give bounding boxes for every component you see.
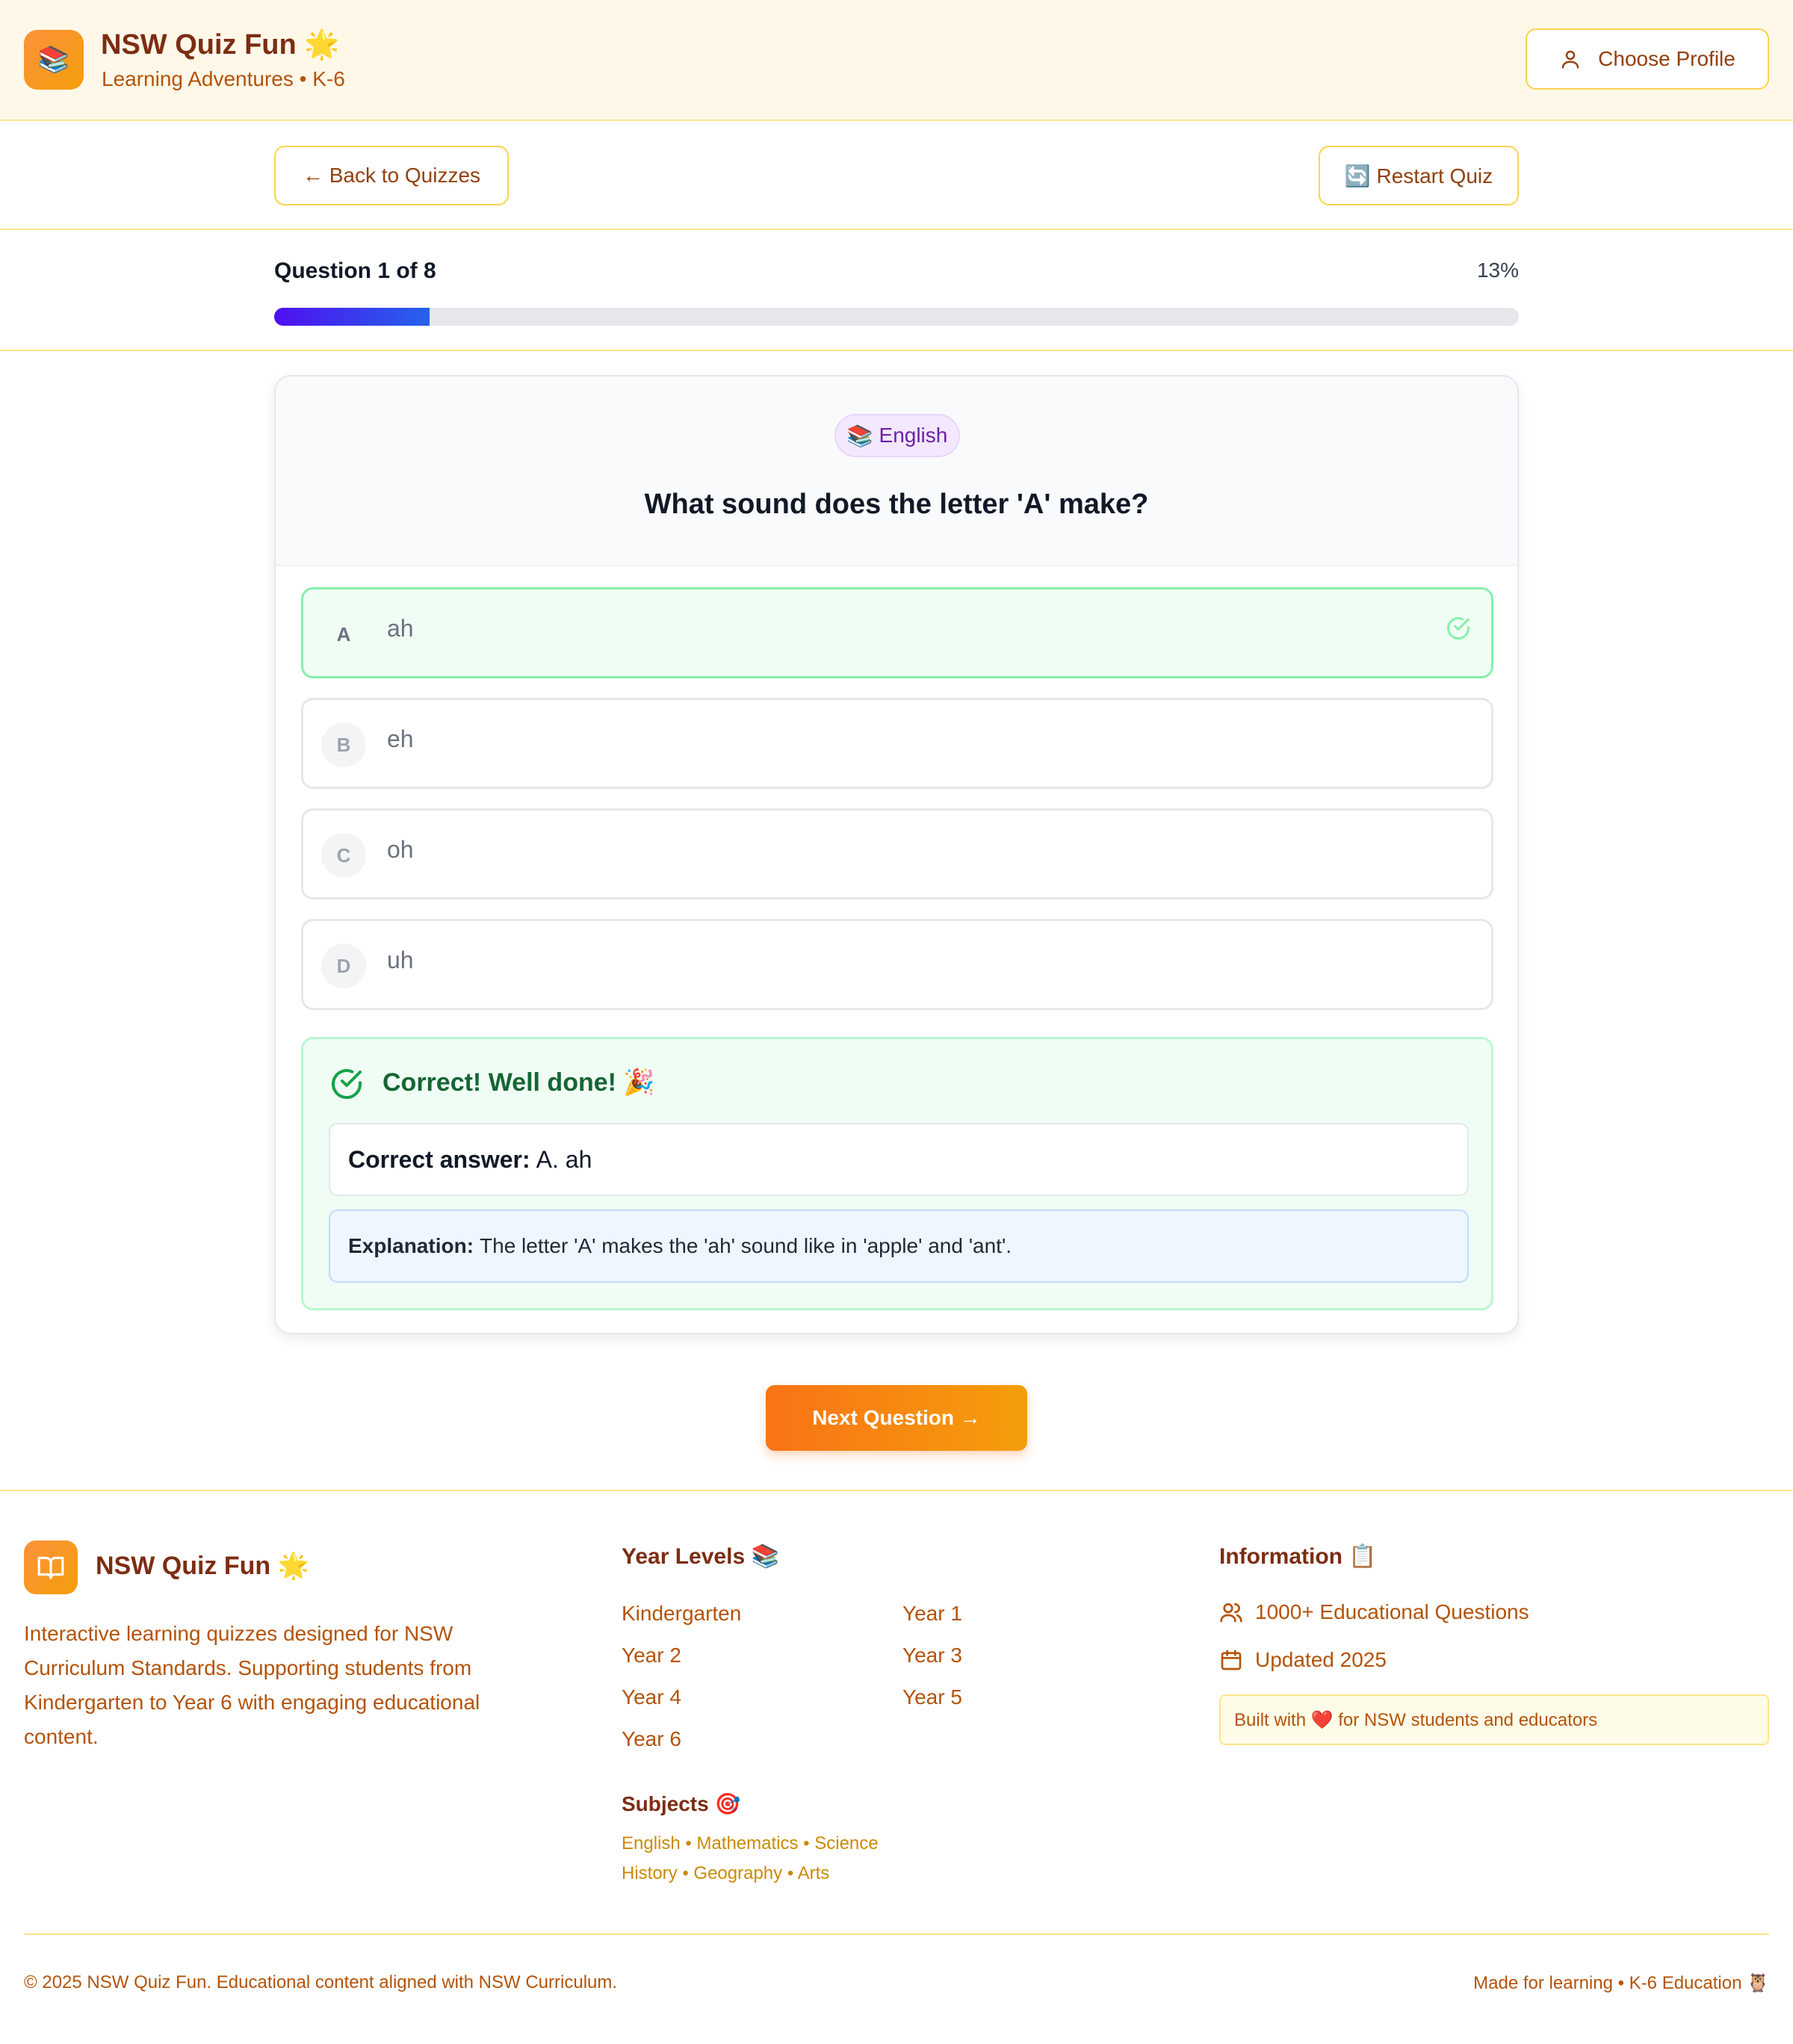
quiz-nav-bar xyxy=(0,121,1793,230)
question-header: 📚 English What sound does the letter 'A'… xyxy=(276,377,1517,566)
option-text: uh xyxy=(387,947,414,973)
question-counter: Question 1 of 8 xyxy=(274,258,436,283)
restart-quiz-button[interactable]: 🔄 Restart Quiz xyxy=(1319,146,1519,205)
option-text: ah xyxy=(387,615,414,642)
option-letter: B xyxy=(321,722,366,767)
choose-profile-button[interactable]: Choose Profile xyxy=(1526,28,1769,90)
feedback-panel: Correct! Well done! 🎉 Correct answer: A.… xyxy=(301,1037,1493,1310)
option-letter: A xyxy=(336,622,351,645)
progress-section xyxy=(0,230,1793,351)
star-icon: 🌟 xyxy=(304,29,340,61)
back-to-quizzes-button[interactable]: ← Back to Quizzes xyxy=(274,146,509,205)
option-text: eh xyxy=(387,725,414,752)
brand-title: NSW Quiz Fun 🌟 xyxy=(101,29,340,61)
correct-answer-label: Correct answer: xyxy=(348,1145,530,1173)
answer-option-a[interactable]: A ah xyxy=(301,587,1493,678)
footer-brand: NSW Quiz Fun 🌟 xyxy=(96,1552,309,1580)
calendar-icon xyxy=(1221,1650,1242,1670)
progress-bar xyxy=(274,308,1519,326)
books-icon: 📚 xyxy=(846,424,873,447)
progress-fill xyxy=(274,308,430,326)
year-link-2[interactable]: Year 2 xyxy=(622,1644,681,1667)
progress-percent: 13% xyxy=(1476,258,1519,282)
year-link-6[interactable]: Year 6 xyxy=(622,1727,681,1751)
subjects-heading: Subjects 🎯 xyxy=(622,1792,741,1815)
explanation-label: Explanation: xyxy=(348,1234,474,1257)
users-icon xyxy=(1220,1603,1242,1623)
question-card: 📚 English What sound does the letter 'A'… xyxy=(274,375,1519,1334)
subjects-line-2: History • Geography • Arts xyxy=(622,1863,830,1883)
year-link-5[interactable]: Year 5 xyxy=(902,1685,962,1709)
made-for-learning: Made for learning • K-6 Education 🦉 xyxy=(1473,1973,1769,1993)
book-open-icon xyxy=(37,1556,64,1579)
year-link-kindergarten[interactable]: Kindergarten xyxy=(622,1602,741,1626)
answer-option-b[interactable]: B eh xyxy=(301,698,1493,789)
correct-answer-box: Correct answer: A. ah xyxy=(329,1123,1469,1196)
year-link-1[interactable]: Year 1 xyxy=(902,1602,962,1626)
info-questions: 1000+ Educational Questions xyxy=(1219,1600,1529,1624)
option-letter: D xyxy=(321,944,366,988)
books-icon: 📚 xyxy=(37,46,70,74)
app-logo[interactable]: 📚 xyxy=(24,30,84,90)
footer-logo xyxy=(24,1540,78,1594)
year-link-3[interactable]: Year 3 xyxy=(902,1644,962,1667)
subject-badge: 📚 English xyxy=(834,414,960,457)
answer-option-c[interactable]: C oh xyxy=(301,808,1493,899)
check-circle-icon xyxy=(332,1069,362,1099)
information-heading: Information 📋 xyxy=(1219,1544,1377,1569)
check-circle-icon xyxy=(1447,617,1470,639)
answer-option-d[interactable]: D uh xyxy=(301,919,1493,1010)
correct-answer-value: A. ah xyxy=(536,1145,592,1173)
next-question-button[interactable]: Next Question → xyxy=(766,1385,1027,1451)
explanation-box: Explanation: The letter 'A' makes the 'a… xyxy=(329,1210,1469,1283)
built-with-note: Built with ❤️ for NSW students and educa… xyxy=(1219,1694,1769,1745)
year-levels-heading: Year Levels 📚 xyxy=(622,1544,779,1569)
copyright: © 2025 NSW Quiz Fun. Educational content… xyxy=(24,1972,618,1992)
star-icon: 🌟 xyxy=(277,1552,309,1580)
user-icon xyxy=(1561,50,1579,69)
info-updated: Updated 2025 xyxy=(1219,1648,1387,1672)
option-text: oh xyxy=(387,836,414,863)
year-link-4[interactable]: Year 4 xyxy=(622,1685,681,1709)
brand-tagline: Learning Adventures • K-6 xyxy=(102,67,345,90)
question-text: What sound does the letter 'A' make? xyxy=(644,489,1149,520)
footer-description: Interactive learning quizzes designed fo… xyxy=(24,1622,480,1748)
subjects-line-1: English • Mathematics • Science xyxy=(622,1833,879,1853)
option-letter: C xyxy=(321,833,366,878)
explanation-text: The letter 'A' makes the 'ah' sound like… xyxy=(480,1234,1012,1257)
footer-divider xyxy=(24,1933,1769,1935)
feedback-title: Correct! Well done! 🎉 xyxy=(383,1068,655,1097)
